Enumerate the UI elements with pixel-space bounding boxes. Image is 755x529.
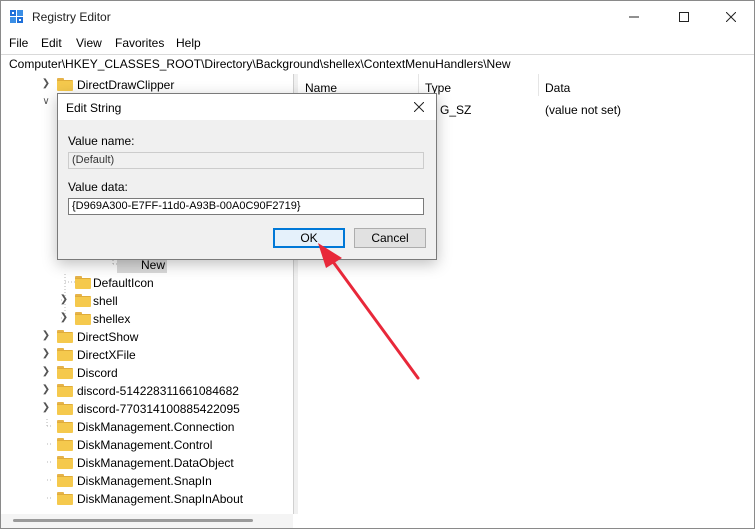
chevron-right-icon[interactable]: ❯ [59, 294, 69, 305]
folder-icon [75, 276, 91, 289]
window-title: Registry Editor [32, 10, 111, 24]
folder-icon [57, 420, 73, 433]
menu-favorites[interactable]: Favorites [115, 36, 164, 50]
tree-item-label: Discord [77, 366, 118, 380]
tree-item-label: DefaultIcon [93, 276, 154, 290]
tree-item-label: shell [93, 294, 118, 308]
ok-button[interactable]: OK [273, 228, 345, 248]
cancel-button[interactable]: Cancel [354, 228, 426, 248]
value-name-label: Value name: [68, 134, 135, 148]
chevron-right-icon[interactable]: ❯ [41, 402, 51, 413]
chevron-right-icon[interactable]: ❯ [59, 312, 69, 323]
chevron-right-icon[interactable]: ❯ [41, 330, 51, 341]
close-button[interactable] [708, 1, 754, 33]
folder-icon [75, 312, 91, 325]
tree-horizontal-scrollbar[interactable] [1, 514, 293, 528]
tree-item-discord[interactable]: ❯ Discord [1, 364, 293, 382]
tree-item-label: DirectDrawClipper [77, 78, 175, 92]
tree-item-label: discord-514228311661084682 [77, 384, 239, 398]
maximize-icon [679, 12, 689, 22]
column-separator[interactable] [538, 74, 539, 96]
scrollbar-thumb[interactable] [13, 519, 253, 522]
folder-icon [57, 438, 73, 451]
folder-icon [57, 456, 73, 469]
minimize-button[interactable] [611, 1, 657, 33]
minimize-icon [629, 16, 639, 18]
folder-icon [57, 330, 73, 343]
value-data-input[interactable]: {D969A300-E7FF-11d0-A93B-00A0C90F2719} [68, 198, 424, 215]
registry-editor-window: Registry Editor File Edit View Favorites… [0, 0, 755, 529]
tree-item-diskmanagement-snapin[interactable]: DiskManagement.SnapIn [1, 472, 293, 490]
tree-item-label: DiskManagement.DataObject [77, 456, 234, 470]
folder-icon [75, 294, 91, 307]
menu-help[interactable]: Help [176, 36, 201, 50]
folder-icon [57, 474, 73, 487]
menu-bar: File Edit View Favorites Help [1, 33, 754, 53]
menu-edit[interactable]: Edit [41, 36, 62, 50]
dialog-close-button[interactable] [408, 97, 430, 117]
tree-item-directxfile[interactable]: ❯ DirectXFile [1, 346, 293, 364]
column-header-data[interactable]: Data [545, 81, 570, 95]
menu-view[interactable]: View [76, 36, 102, 50]
value-type[interactable]: G_SZ [440, 103, 471, 117]
tree-item-shell[interactable]: ❯ shell [1, 292, 293, 310]
chevron-right-icon[interactable]: ❯ [41, 348, 51, 359]
tree-item-label: DirectShow [77, 330, 139, 344]
folder-icon [57, 78, 73, 91]
tree-item-discord-770314100885422095[interactable]: ❯ discord-770314100885422095 [1, 400, 293, 418]
folder-icon [57, 402, 73, 415]
close-icon [726, 12, 736, 22]
value-data-label: Value data: [68, 180, 128, 194]
tree-item-discord-514228311661084682[interactable]: ❯ discord-514228311661084682 [1, 382, 293, 400]
menu-file[interactable]: File [9, 36, 28, 50]
close-icon [414, 102, 424, 112]
chevron-right-icon[interactable]: ❯ [41, 366, 51, 377]
maximize-button[interactable] [661, 1, 707, 33]
folder-icon [57, 384, 73, 397]
tree-item-diskmanagement-dataobject[interactable]: DiskManagement.DataObject [1, 454, 293, 472]
tree-item-diskmanagement-control[interactable]: DiskManagement.Control [1, 436, 293, 454]
tree-item-label: DiskManagement.Control [77, 438, 213, 452]
value-data[interactable]: (value not set) [545, 103, 621, 117]
address-path: Computer\HKEY_CLASSES_ROOT\Directory\Bac… [9, 57, 511, 71]
tree-item-label: DiskManagement.Connection [77, 420, 235, 434]
tree-item-label: discord-770314100885422095 [77, 402, 240, 416]
title-bar: Registry Editor [1, 1, 754, 33]
registry-editor-icon [10, 10, 23, 23]
chevron-down-icon[interactable]: ∨ [41, 96, 51, 107]
chevron-right-icon[interactable]: ❯ [41, 78, 51, 89]
address-bar[interactable]: Computer\HKEY_CLASSES_ROOT\Directory\Bac… [1, 54, 754, 75]
folder-icon [57, 366, 73, 379]
tree-item-label: shellex [93, 312, 131, 326]
folder-icon [57, 348, 73, 361]
edit-string-dialog: Edit String Value name: (Default) Value … [57, 93, 437, 260]
chevron-right-icon[interactable]: ❯ [41, 384, 51, 395]
dialog-title: Edit String [66, 101, 122, 115]
tree-item-label: DiskManagement.SnapInAbout [77, 492, 244, 506]
tree-item-shellex[interactable]: ❯ shellex [1, 310, 293, 328]
tree-item-diskmanagement-connection[interactable]: DiskManagement.Connection [1, 418, 293, 436]
tree-item-label: DiskManagement.SnapIn [77, 474, 212, 488]
folder-icon [57, 492, 73, 505]
tree-item-directdrawclipper[interactable]: ❯ DirectDrawClipper [1, 76, 293, 94]
tree-item-directshow[interactable]: ❯ DirectShow [1, 328, 293, 346]
value-name-field: (Default) [68, 152, 424, 169]
tree-item-label: DirectXFile [77, 348, 136, 362]
tree-item-diskmanagement-snapinabout[interactable]: DiskManagement.SnapInAbout [1, 490, 293, 508]
dialog-title-bar: Edit String [58, 94, 436, 120]
tree-item-defaulticon[interactable]: DefaultIcon [1, 274, 293, 292]
tree-item-label: New [141, 258, 166, 272]
